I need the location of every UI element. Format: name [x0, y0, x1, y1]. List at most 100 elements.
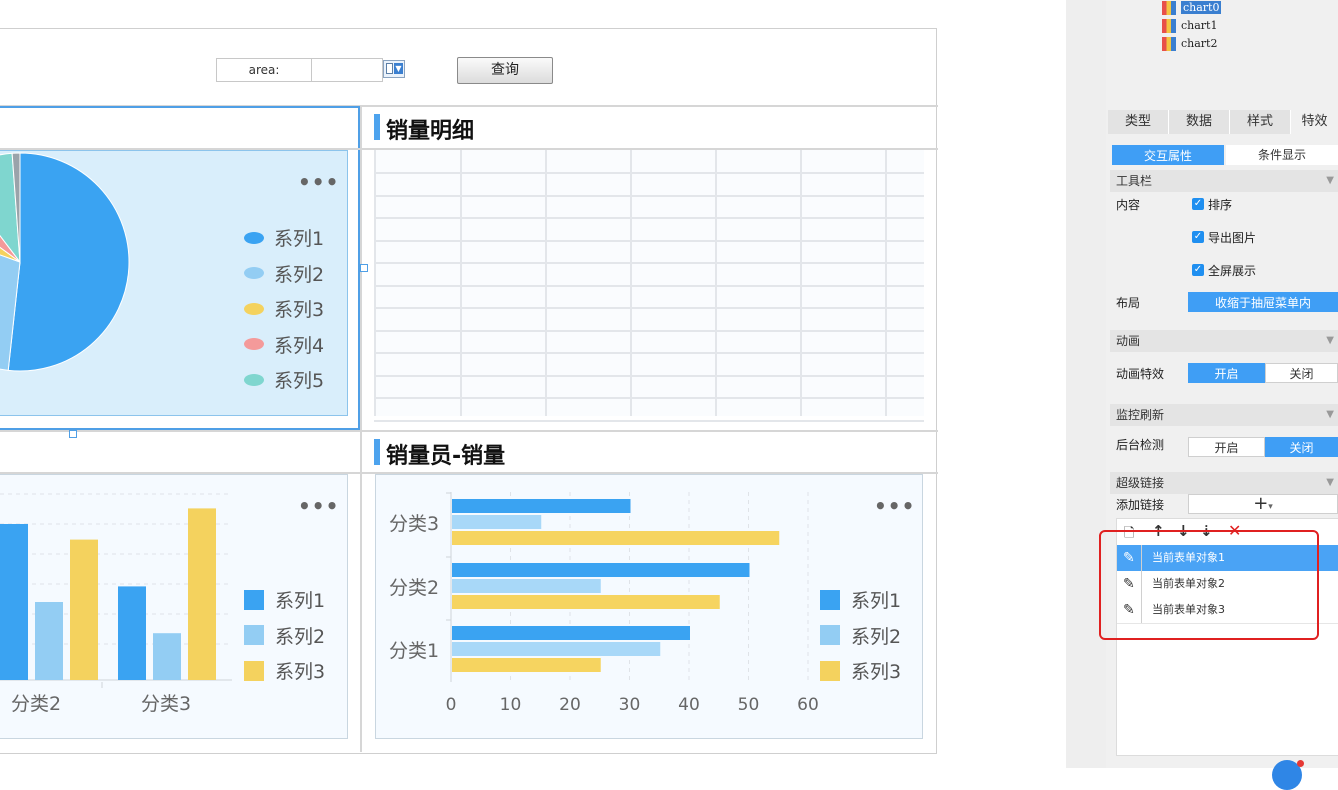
anim-off-button[interactable]: 关闭 — [1265, 363, 1338, 383]
x-tick-label: 分类2 — [11, 693, 61, 715]
area-combo-dropdown[interactable]: ▼ — [383, 60, 405, 78]
tree-item-label: chart2 — [1181, 37, 1218, 50]
legend-item[interactable]: 系列1 — [244, 220, 344, 256]
legend-item[interactable]: 系列1 — [820, 582, 901, 618]
legend-item[interactable]: 系列6 — [244, 398, 344, 407]
pie-legend: 系列1 系列2 系列3 系列4 系列5 系列6 — [244, 220, 344, 406]
legend-item[interactable]: 系列2 — [820, 618, 901, 654]
legend-item[interactable]: 系列2 — [244, 618, 325, 654]
legend-item[interactable]: 系列3 — [244, 291, 344, 327]
bg-detect-label: 后台检测 — [1116, 438, 1165, 452]
splitter[interactable] — [1050, 0, 1066, 768]
sort-label: 排序 — [1208, 198, 1233, 212]
layout-label: 布局 — [1116, 296, 1141, 310]
section-toolbar[interactable]: 工具栏 ▼ — [1110, 170, 1338, 192]
x-tick-label: 0 — [446, 695, 457, 715]
x-tick-label: 60 — [797, 695, 819, 715]
bar — [452, 563, 750, 577]
table-row-line — [374, 307, 924, 309]
legend-item[interactable]: 系列1 — [244, 582, 325, 618]
bg-detect-on-button[interactable]: 开启 — [1188, 437, 1265, 457]
legend-swatch — [820, 589, 840, 610]
section-animation[interactable]: 动画 ▼ — [1110, 330, 1338, 352]
resize-handle[interactable] — [360, 264, 368, 272]
fullscreen-label: 全屏展示 — [1208, 264, 1257, 278]
legend-label: 系列1 — [274, 228, 325, 251]
table-row-line — [374, 352, 924, 354]
tab-type[interactable]: 类型 — [1108, 110, 1169, 134]
legend-swatch — [244, 267, 264, 280]
legend-swatch — [820, 660, 840, 681]
chart-icon — [1162, 36, 1176, 51]
bar — [452, 515, 542, 529]
bar — [452, 579, 601, 593]
param-label-box: area: — [216, 58, 312, 82]
layout-select[interactable]: 收缩于抽屉菜单内 — [1188, 292, 1338, 312]
tree-item-chart2[interactable]: chart2 — [1162, 36, 1217, 52]
sort-checkbox[interactable]: ✓ — [1192, 198, 1204, 210]
bar — [452, 595, 720, 609]
legend-label: 系列3 — [851, 661, 902, 684]
bar — [452, 626, 690, 640]
query-button[interactable]: 查询 — [457, 57, 553, 84]
legend-swatch — [244, 589, 264, 610]
y-tick-label: 分类3 — [389, 513, 439, 535]
table-row-line — [374, 194, 924, 197]
x-tick-label: 10 — [500, 695, 522, 715]
table-row-line — [374, 397, 924, 399]
tree-item-label: chart1 — [1181, 19, 1218, 32]
legend-label: 系列1 — [275, 590, 326, 613]
subtab-condition[interactable]: 条件显示 — [1226, 145, 1338, 165]
bar-more-icon[interactable]: ••• — [298, 494, 339, 518]
pie-more-icon[interactable]: ••• — [298, 170, 339, 194]
section-hyperlink[interactable]: 超级链接 ▼ — [1110, 472, 1338, 494]
legend-swatch — [244, 660, 264, 681]
x-tick-label: 分类3 — [141, 693, 191, 715]
x-tick-label: 40 — [678, 695, 700, 715]
add-link-label: 添加链接 — [1116, 498, 1165, 512]
subtab-interaction[interactable]: 交互属性 — [1112, 145, 1224, 165]
legend-item[interactable]: 系列3 — [244, 653, 325, 689]
section-monitor[interactable]: 监控刷新 ▼ — [1110, 404, 1338, 426]
title-accent-bar — [374, 114, 380, 140]
anim-on-button[interactable]: 开启 — [1188, 363, 1265, 383]
tree-item-chart1[interactable]: chart1 — [1162, 18, 1217, 34]
design-canvas: area: ▼ 查询 ••• 系列1 系列2 系列3 系列4 系列5 系列6 销量明细 分… — [0, 0, 1050, 768]
bg-detect-off-button[interactable]: 关闭 — [1265, 437, 1338, 457]
chart-icon — [1162, 0, 1176, 15]
notification-dot-icon — [1297, 760, 1304, 767]
table-row-line — [374, 329, 924, 332]
bar — [153, 633, 181, 680]
bar — [118, 586, 146, 680]
table-row-line — [374, 419, 924, 422]
legend-label: 系列3 — [275, 661, 326, 684]
combo-icon — [386, 63, 393, 74]
fullscreen-checkbox[interactable]: ✓ — [1192, 264, 1204, 276]
legend-swatch — [244, 625, 264, 646]
tree-item-chart0[interactable]: chart0 — [1162, 0, 1222, 16]
bar — [452, 499, 631, 513]
tab-data[interactable]: 数据 — [1169, 110, 1230, 134]
legend-item[interactable]: 系列4 — [244, 327, 344, 363]
chevron-down-icon: ▼ — [1326, 175, 1334, 186]
y-tick-label: 分类1 — [389, 640, 439, 662]
legend-item[interactable]: 系列5 — [244, 362, 344, 398]
hbar-legend: 系列1 系列2 系列3 — [820, 582, 901, 689]
caret-down-icon: ▾ — [1268, 502, 1273, 512]
tab-style[interactable]: 样式 — [1230, 110, 1291, 134]
x-tick-label: 30 — [619, 695, 641, 715]
add-link-button[interactable]: +▾ — [1188, 494, 1338, 514]
resize-handle[interactable] — [69, 430, 77, 438]
area-combo-input[interactable] — [311, 58, 383, 82]
legend-label: 系列6 — [274, 402, 324, 407]
legend-item[interactable]: 系列2 — [244, 256, 344, 292]
legend-swatch — [244, 302, 264, 315]
legend-item[interactable]: 系列3 — [820, 653, 901, 689]
table-row-line — [374, 374, 924, 377]
export-image-checkbox[interactable]: ✓ — [1192, 231, 1204, 243]
legend-label: 系列2 — [851, 625, 902, 648]
panel-stripe — [1066, 0, 1106, 768]
tab-effects[interactable]: 特效 — [1291, 110, 1338, 134]
column-divider — [360, 105, 362, 752]
hbar-more-icon[interactable]: ••• — [874, 494, 915, 518]
